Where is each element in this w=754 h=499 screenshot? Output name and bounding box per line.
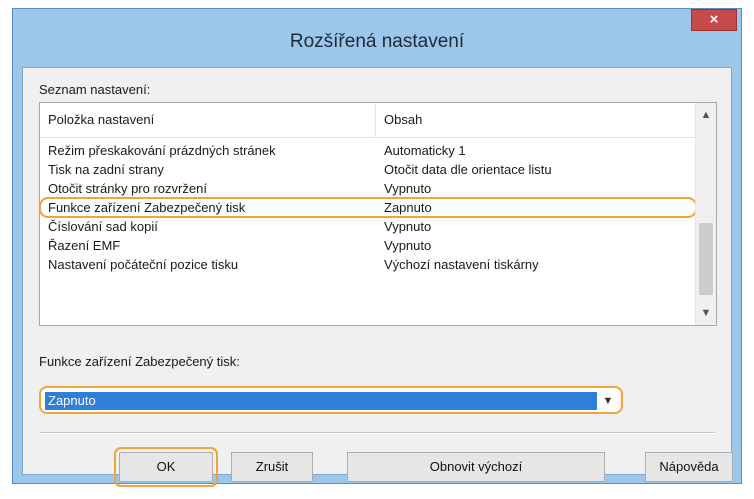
chevron-up-icon: ▲ (700, 109, 712, 121)
item-name: Režim přeskakování prázdných stránek (48, 143, 276, 158)
item-name: Otočit stránky pro rozvržení (48, 181, 207, 196)
advanced-settings-dialog: Rozšířená nastavení × Seznam nastavení: … (12, 8, 742, 487)
item-value: Výchozí nastavení tiskárny (384, 257, 539, 272)
column-header-item[interactable]: Položka nastavení (40, 103, 376, 137)
scroll-up-button[interactable]: ▲ (696, 103, 716, 127)
list-item[interactable]: Otočit stránky pro rozvržení Vypnuto (40, 179, 696, 198)
restore-defaults-button[interactable]: Obnovit výchozí (347, 452, 605, 482)
item-value: Automaticky 1 (384, 143, 466, 158)
settings-list-label: Seznam nastavení: (39, 82, 151, 97)
chevron-down-icon: ▼ (700, 307, 712, 319)
chevron-down-icon[interactable]: ▼ (599, 392, 617, 410)
list-item[interactable]: Nastavení počáteční pozice tisku Výchozí… (40, 255, 696, 274)
item-value: Otočit data dle orientace listu (384, 162, 552, 177)
cancel-button[interactable]: Zrušit (231, 452, 313, 482)
help-button[interactable]: Nápověda (645, 452, 733, 482)
divider (39, 432, 715, 434)
list-rows: Režim přeskakování prázdných stránek Aut… (40, 141, 697, 274)
setting-label: Funkce zařízení Zabezpečený tisk: (39, 354, 240, 369)
item-name: Číslování sad kopií (48, 219, 158, 234)
item-name: Funkce zařízení Zabezpečený tisk (48, 200, 246, 215)
item-value: Vypnuto (384, 219, 432, 234)
scroll-down-button[interactable]: ▼ (696, 301, 716, 325)
dropdown-selected-value: Zapnuto (45, 392, 597, 410)
scrollbar-thumb[interactable] (699, 223, 713, 295)
list-item[interactable]: Tisk na zadní strany Otočit data dle ori… (40, 160, 696, 179)
window-title: Rozšířená nastavení (289, 31, 465, 52)
title-bar[interactable]: Rozšířená nastavení × (13, 9, 741, 69)
vertical-scrollbar[interactable]: ▲ ▼ (695, 103, 716, 325)
settings-list[interactable]: Položka nastavení Obsah Režim přeskaková… (39, 102, 717, 326)
item-name: Řazení EMF (48, 238, 121, 253)
setting-dropdown[interactable]: Zapnuto ▼ (39, 386, 623, 414)
list-header: Položka nastavení Obsah (40, 103, 696, 138)
close-icon: × (709, 11, 719, 28)
ok-button[interactable]: OK (114, 447, 218, 487)
dialog-body: Seznam nastavení: Položka nastavení Obsa… (22, 67, 733, 487)
list-item[interactable]: Řazení EMF Vypnuto (40, 236, 696, 255)
item-name: Nastavení počáteční pozice tisku (48, 257, 239, 272)
item-name: Tisk na zadní strany (48, 162, 164, 177)
item-value: Vypnuto (384, 181, 432, 196)
list-item-selected[interactable]: Funkce zařízení Zabezpečený tisk Zapnuto (40, 197, 697, 218)
item-value: Vypnuto (384, 238, 432, 253)
close-button[interactable]: × (691, 9, 737, 31)
list-item[interactable]: Číslování sad kopií Vypnuto (40, 217, 696, 236)
item-value: Zapnuto (384, 200, 432, 215)
list-item[interactable]: Režim přeskakování prázdných stránek Aut… (40, 141, 696, 160)
column-header-content[interactable]: Obsah (376, 103, 696, 137)
